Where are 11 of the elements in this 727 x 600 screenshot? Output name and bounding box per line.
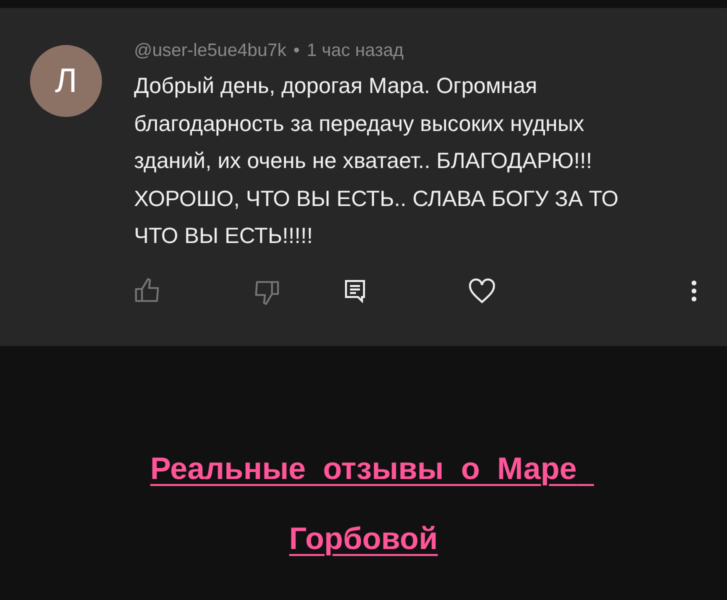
comment-text: Добрый день, дорогая Мара. Огромная благодарность за передачу высоких нудных зданий, их очень не хватает.. БЛАГОДАРЮ!!! ХОРОШО, ЧТО ВЫ ЕСТЬ.. СЛАВА БОГУ ЗА ТО ЧТО ВЫ ЕСТЬ!!!!! — [134, 72, 620, 250]
separator: • — [293, 40, 300, 61]
thumbs-down-icon[interactable] — [252, 280, 280, 306]
reply-icon[interactable] — [344, 278, 366, 302]
timestamp: 1 час назад — [306, 40, 404, 61]
heart-icon[interactable] — [468, 278, 496, 304]
avatar[interactable]: Л — [30, 45, 102, 117]
reviews-link[interactable]: Реальные отзывы о Маре Горбовой — [114, 434, 614, 574]
thumbs-up-icon[interactable] — [134, 276, 162, 302]
more-icon[interactable] — [691, 280, 697, 302]
author-name[interactable]: @user-le5ue4bu7k — [134, 40, 286, 61]
